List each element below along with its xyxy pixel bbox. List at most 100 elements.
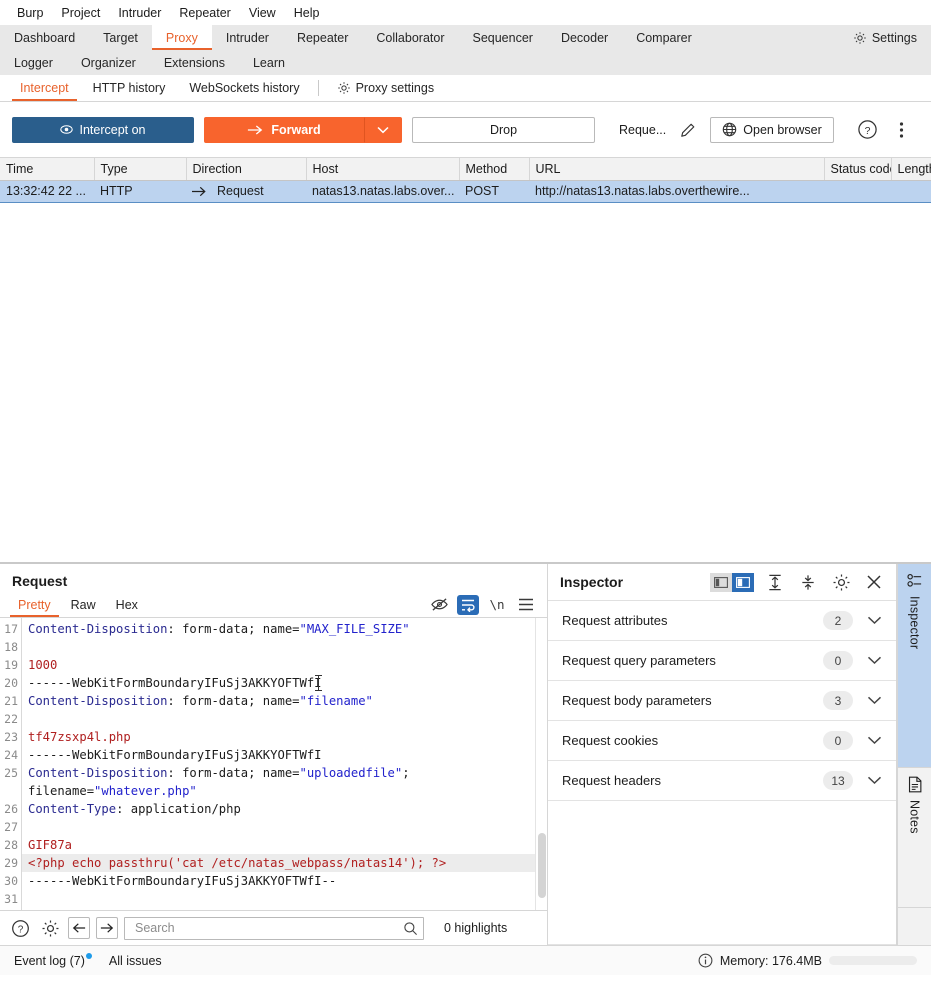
suite-tab-learn[interactable]: Learn (239, 50, 299, 75)
request-code-editor[interactable]: 17 18 19 20 21 22 23 24 25 26 27 28 29 30 31 Content-D… (0, 618, 547, 910)
collapse-all-icon[interactable] (796, 570, 820, 594)
menu-item-intruder[interactable]: Intruder (109, 3, 170, 23)
menu-item-view[interactable]: View (240, 3, 285, 23)
column-header-type[interactable]: Type (94, 158, 187, 181)
menu-item-burp[interactable]: Burp (8, 3, 52, 23)
column-header-url[interactable]: URL (529, 158, 825, 181)
suite-tab-intruder[interactable]: Intruder (212, 25, 283, 50)
intercept-toggle-button[interactable]: Intercept on (12, 116, 194, 143)
search-help-icon[interactable]: ? (8, 916, 32, 940)
newline-toggle-icon[interactable]: \n (486, 595, 508, 615)
inspector-row-request-attributes[interactable]: Request attributes 2 (548, 601, 896, 641)
request-code-content[interactable]: Content-Disposition: form-data; name="MA… (22, 618, 547, 910)
code-line[interactable]: Content-Type: application/php (22, 800, 547, 818)
chevron-down-icon[interactable] (867, 696, 882, 705)
search-input-wrapper[interactable] (124, 916, 424, 940)
code-line[interactable]: Content-Disposition: form-data; name="fi… (22, 692, 547, 710)
text-cursor (315, 675, 322, 691)
inspector-row-request-headers[interactable]: Request headers 13 (548, 761, 896, 801)
close-inspector-icon[interactable] (862, 570, 886, 594)
code-line[interactable]: Content-Disposition: form-data; name="MA… (22, 620, 547, 638)
rail-tab-inspector[interactable]: Inspector (898, 564, 931, 768)
code-line[interactable]: tf47zsxp4l.php (22, 728, 547, 746)
suite-tab-proxy[interactable]: Proxy (151, 25, 212, 50)
chevron-down-icon[interactable] (867, 616, 882, 625)
request-tab-raw[interactable]: Raw (61, 592, 106, 617)
suite-tab-repeater[interactable]: Repeater (283, 25, 362, 50)
search-input[interactable] (133, 920, 403, 936)
chevron-down-icon[interactable] (867, 776, 882, 785)
chevron-down-icon[interactable] (867, 736, 882, 745)
suite-tab-comparer[interactable]: Comparer (622, 25, 706, 50)
proxy-subtab-intercept[interactable]: Intercept (8, 75, 81, 101)
search-previous-button[interactable] (68, 917, 90, 939)
rail-tab-notes[interactable]: Notes (898, 768, 931, 908)
code-line[interactable] (22, 710, 547, 728)
code-line[interactable]: Content-Disposition: form-data; name="up… (22, 764, 547, 800)
expand-all-icon[interactable] (763, 570, 787, 594)
more-options-button[interactable] (890, 118, 914, 142)
column-header-length[interactable]: Length (891, 158, 931, 181)
suite-tab-sequencer[interactable]: Sequencer (458, 25, 546, 50)
editor-menu-icon[interactable] (515, 595, 537, 615)
inspector-settings-gear-icon[interactable] (829, 570, 853, 594)
suite-tab-organizer[interactable]: Organizer (67, 50, 150, 75)
cell-time: 13:32:42 22 ... (0, 179, 94, 203)
proxy-subtab-websockets-history[interactable]: WebSockets history (177, 75, 311, 101)
proxy-settings-link[interactable]: Proxy settings (325, 75, 447, 101)
event-log-status[interactable]: Event log (7) (14, 952, 92, 968)
suite-tab-decoder[interactable]: Decoder (547, 25, 622, 50)
suite-tab-extensions[interactable]: Extensions (150, 50, 239, 75)
column-header-method[interactable]: Method (459, 158, 530, 181)
proxy-subtab-http-history[interactable]: HTTP history (81, 75, 178, 101)
code-line[interactable]: ------WebKitFormBoundaryIFuSj3AKKYOFTWfI… (22, 872, 547, 890)
inspector-row-request-body-parameters[interactable]: Request body parameters 3 (548, 681, 896, 721)
code-line[interactable] (22, 638, 547, 656)
code-line[interactable]: ------WebKitFormBoundaryIFuSj3AKKYOFTWfI (22, 746, 547, 764)
drop-button[interactable]: Drop (412, 116, 595, 143)
edit-pencil-button[interactable] (676, 118, 700, 142)
menu-item-repeater[interactable]: Repeater (170, 3, 239, 23)
open-browser-button[interactable]: Open browser (710, 116, 834, 143)
code-line[interactable] (22, 818, 547, 836)
forward-dropdown-button[interactable] (364, 116, 402, 143)
forward-button[interactable]: Forward (204, 116, 364, 143)
word-wrap-toggle-icon[interactable] (457, 594, 479, 615)
all-issues-status[interactable]: All issues (109, 954, 162, 968)
suite-tab-dashboard[interactable]: Dashboard (0, 25, 89, 50)
menu-item-help[interactable]: Help (285, 3, 329, 23)
menu-item-project[interactable]: Project (52, 3, 109, 23)
inspector-row-request-cookies[interactable]: Request cookies 0 (548, 721, 896, 761)
column-header-direction[interactable]: Direction (186, 158, 307, 181)
request-tab-pretty[interactable]: Pretty (8, 592, 61, 617)
code-line[interactable]: ------WebKitFormBoundaryIFuSj3AKKYOFTWfI (22, 674, 547, 692)
code-line[interactable]: GIF87a (22, 836, 547, 854)
inspector-row-count: 13 (823, 771, 853, 790)
table-row[interactable]: 13:32:42 22 ... HTTP Request natas13.natas.… (0, 179, 931, 203)
code-line[interactable]: 1000 (22, 656, 547, 674)
column-header-host[interactable]: Host (306, 158, 460, 181)
column-header-time[interactable]: Time (0, 158, 95, 181)
chevron-down-icon[interactable] (867, 656, 882, 665)
inspector-layout-toggle[interactable] (710, 572, 754, 592)
inspector-row-request-query-parameters[interactable]: Request query parameters 0 (548, 641, 896, 681)
code-line[interactable]: <?php echo passthru('cat /etc/natas_webp… (22, 854, 547, 872)
suite-tab-collaborator[interactable]: Collaborator (362, 25, 458, 50)
inspector-title: Inspector (560, 574, 624, 590)
editor-scrollbar-track[interactable] (535, 618, 547, 910)
editor-scrollbar-thumb[interactable] (538, 833, 546, 898)
memory-usage-bar[interactable] (829, 956, 917, 965)
show-hidden-characters-icon[interactable] (428, 595, 450, 615)
request-tab-hex[interactable]: Hex (106, 592, 148, 617)
suite-tab-logger[interactable]: Logger (0, 50, 67, 75)
suite-tab-target[interactable]: Target (89, 25, 152, 50)
search-next-button[interactable] (96, 917, 118, 939)
layout-left-option[interactable] (710, 572, 732, 592)
suite-tab-settings[interactable]: Settings (839, 25, 931, 50)
search-settings-gear-icon[interactable] (38, 916, 62, 940)
help-button[interactable]: ? (856, 118, 880, 142)
column-header-status-code[interactable]: Status code (824, 158, 892, 181)
code-line[interactable] (22, 890, 547, 908)
suite-tab-label: Proxy (165, 30, 198, 45)
layout-right-option[interactable] (732, 572, 754, 592)
